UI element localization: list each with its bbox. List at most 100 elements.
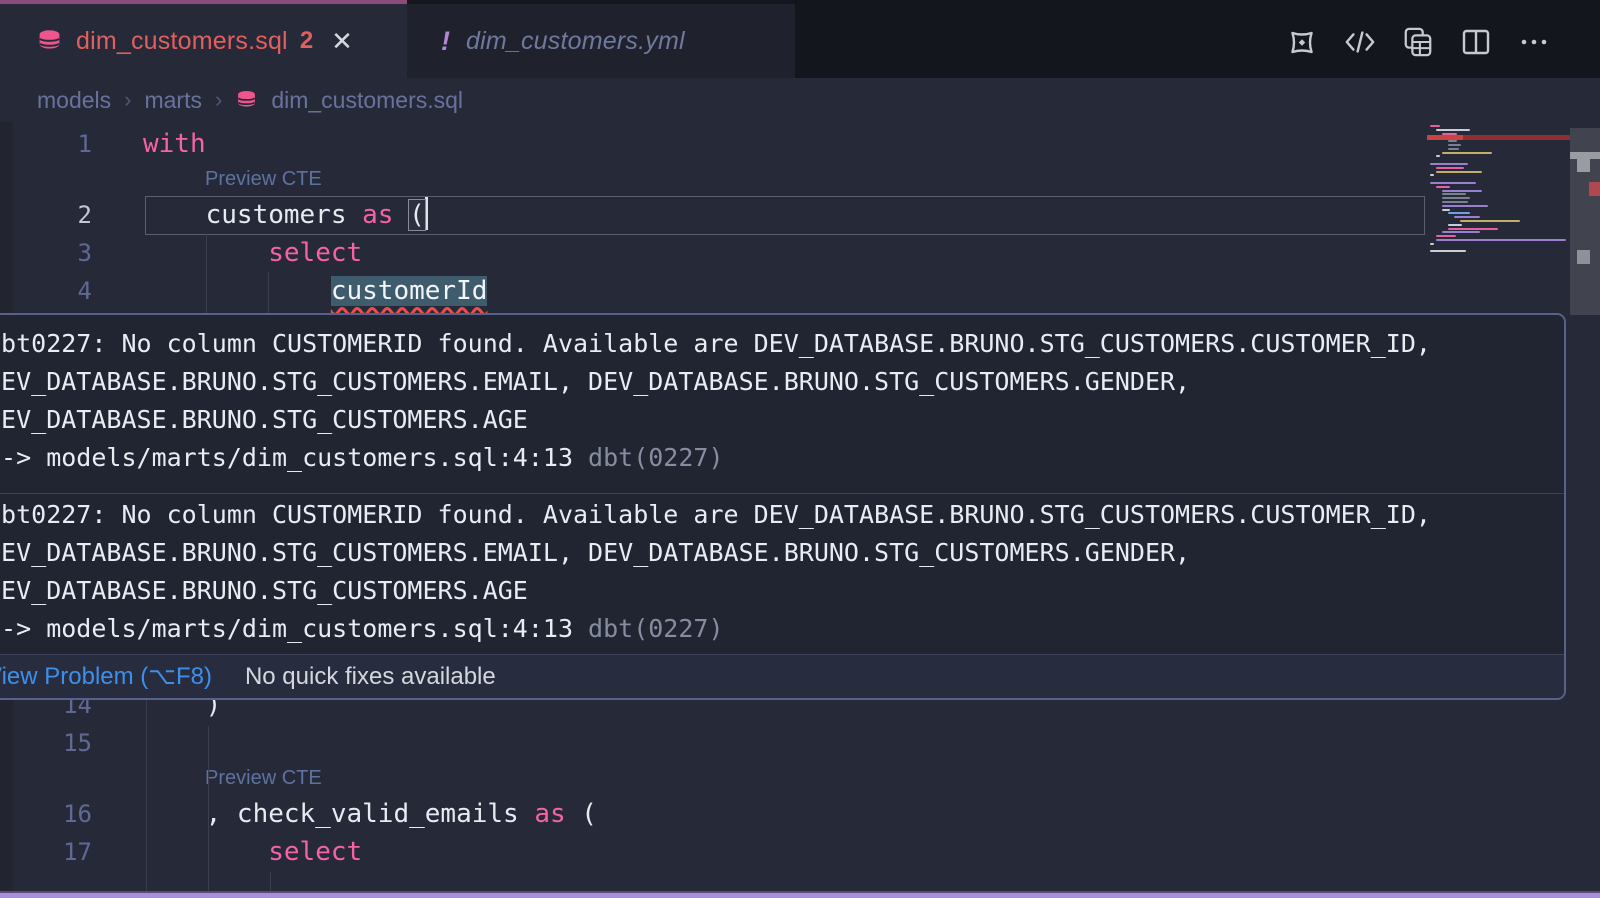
line-content: with	[143, 125, 206, 163]
tab-dim-customers-yml[interactable]: ! dim_customers.yml	[407, 0, 795, 78]
problem-count-badge: 2	[300, 27, 313, 55]
minimap-line	[1448, 224, 1462, 226]
code-token	[393, 200, 409, 230]
text-cursor	[425, 197, 428, 230]
view-problem-link[interactable]: View Problem (⌥F8)	[0, 662, 212, 691]
line-content: , check_valid_emails as (	[143, 795, 597, 833]
code-token: select	[268, 837, 362, 867]
minimap-line	[1448, 228, 1498, 230]
minimap-line	[1442, 197, 1470, 199]
minimap-line	[1430, 125, 1440, 127]
error-code: dbt(0227)	[573, 443, 724, 472]
breadcrumb-models[interactable]: models	[37, 87, 111, 114]
code-token: as	[362, 200, 393, 230]
code-token: with	[143, 129, 206, 159]
code-token: (	[409, 200, 425, 230]
minimap-line	[1454, 216, 1480, 218]
code-line[interactable]: 16 , check_valid_emails as (	[0, 795, 1430, 833]
breadcrumb-file[interactable]: dim_customers.sql	[271, 87, 463, 114]
error-line: DEV_DATABASE.BRUNO.STG_CUSTOMERS.EMAIL, …	[0, 534, 1564, 572]
ruler-mark-error	[1589, 182, 1600, 196]
code-line[interactable]: 3 select	[0, 234, 1430, 272]
minimap-line	[1448, 148, 1459, 150]
code-token: as	[534, 799, 565, 829]
minimap-line	[1442, 190, 1482, 192]
minimap-line	[1430, 163, 1468, 165]
chevron-right-icon: ›	[215, 87, 222, 113]
minimap-line	[1436, 155, 1440, 157]
error-line: DEV_DATABASE.BRUNO.STG_CUSTOMERS.EMAIL, …	[0, 363, 1564, 401]
tab-bar: dim_customers.sql 2 ✕ ! dim_customers.ym…	[0, 0, 1600, 78]
codelens-preview-cte[interactable]: Preview CTE	[205, 163, 322, 196]
close-tab-icon[interactable]: ✕	[331, 28, 353, 54]
code-token	[143, 276, 331, 306]
error-line: DEV_DATABASE.BRUNO.STG_CUSTOMERS.AGE	[0, 401, 1564, 439]
minimap-line	[1442, 193, 1466, 195]
minimap-line	[1442, 201, 1468, 203]
minimap-line	[1436, 171, 1482, 173]
more-actions-icon[interactable]	[1518, 26, 1550, 58]
minimap-line	[1442, 205, 1488, 207]
line-number[interactable]: 1	[0, 125, 92, 163]
line-number[interactable]: 2	[0, 196, 92, 234]
code-token	[143, 837, 268, 867]
minimap-line	[1448, 144, 1461, 146]
minimap-line	[1436, 186, 1450, 188]
indent-guide	[270, 872, 271, 891]
scrollbar[interactable]	[1570, 122, 1600, 898]
breadcrumb-marts[interactable]: marts	[144, 87, 202, 114]
query-results-icon[interactable]	[1402, 26, 1434, 58]
line-content: select	[143, 833, 362, 871]
codelens-preview-cte[interactable]: Preview CTE	[205, 762, 322, 795]
error-line: dbt0227: No column CUSTOMERID found. Ava…	[0, 496, 1564, 534]
minimap-line	[1436, 239, 1566, 241]
line-number[interactable]: 15	[0, 724, 92, 762]
error-message-block: dbt0227: No column CUSTOMERID found. Ava…	[0, 315, 1564, 493]
minimap-line	[1442, 231, 1480, 233]
minimap-line	[1448, 212, 1470, 214]
code-line[interactable]: 4 customerId	[0, 272, 1430, 310]
breadcrumb: models › marts › dim_customers.sql	[37, 78, 463, 122]
minimap-line	[1430, 182, 1476, 184]
line-number[interactable]: 3	[0, 234, 92, 272]
minimap-line	[1436, 129, 1470, 131]
compiled-code-icon[interactable]	[1344, 26, 1376, 58]
split-editor-icon[interactable]	[1460, 26, 1492, 58]
minimap-error-line	[1427, 135, 1463, 140]
indent-guide	[208, 726, 209, 891]
minimap-line	[1448, 140, 1457, 142]
tab-label: dim_customers.sql	[76, 27, 288, 56]
ruler-mark-gray	[1577, 250, 1590, 264]
tab-dim-customers-sql[interactable]: dim_customers.sql 2 ✕	[0, 0, 407, 78]
minimap-line	[1430, 174, 1434, 176]
code-token: customerId	[331, 276, 488, 306]
database-icon	[36, 28, 63, 55]
dbt-logo-icon[interactable]	[1286, 26, 1318, 58]
warning-icon: !	[441, 26, 450, 57]
minimap-line	[1430, 243, 1434, 245]
line-number[interactable]: 17	[0, 833, 92, 871]
line-number[interactable]: 4	[0, 272, 92, 310]
tab-label: dim_customers.yml	[466, 27, 685, 56]
indent-guide	[146, 700, 147, 891]
code-line[interactable]: 17 select	[0, 833, 1430, 871]
code-line[interactable]: 1 with	[0, 125, 1430, 163]
ruler-mark-gray	[1577, 159, 1590, 172]
panel-divider	[0, 891, 1600, 898]
error-line: DEV_DATABASE.BRUNO.STG_CUSTOMERS.AGE	[0, 572, 1564, 610]
code-token: (	[566, 799, 597, 829]
minimap-line	[1436, 235, 1456, 237]
error-location-line: --> models/marts/dim_customers.sql:4:13 …	[0, 439, 1564, 477]
vscode-editor-window: { "tab_bar": { "tabs": [ { "name": "dim_…	[0, 0, 1600, 898]
code-line[interactable]: 2 customers as (	[0, 196, 1430, 234]
code-token: select	[268, 238, 362, 268]
minimap-line	[1430, 250, 1466, 252]
ruler-mark-gray	[1570, 152, 1600, 159]
line-number[interactable]: 16	[0, 795, 92, 833]
line-content: customerId	[143, 272, 487, 310]
code-line[interactable]: 15	[0, 724, 1430, 762]
line-content: select	[143, 234, 362, 272]
error-message-block: dbt0227: No column CUSTOMERID found. Ava…	[0, 493, 1564, 658]
database-icon	[235, 89, 258, 112]
minimap-line	[1460, 220, 1520, 222]
